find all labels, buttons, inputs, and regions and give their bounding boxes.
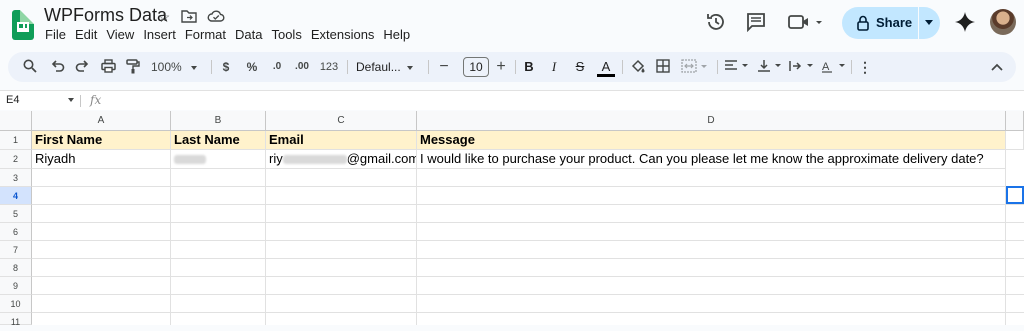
row-header-3[interactable]: 3 (0, 169, 32, 187)
sheets-logo-icon[interactable] (12, 10, 34, 40)
vertical-align-icon[interactable] (757, 59, 785, 75)
decrease-font-size-button[interactable]: − (437, 59, 451, 75)
text-rotation-icon[interactable]: A (821, 59, 849, 75)
move-folder-icon[interactable] (181, 9, 197, 25)
more-options-icon[interactable]: ⋮ (858, 59, 872, 75)
paint-format-icon[interactable] (125, 59, 141, 75)
menu-format[interactable]: Format (185, 27, 226, 42)
font-family-value: Defaul... (356, 60, 401, 74)
font-family-select[interactable]: Defaul... (356, 59, 418, 75)
spreadsheet-grid: A B C D 1 2 3 4 5 6 7 8 9 10 11 First Na… (0, 111, 1024, 327)
row-header-2[interactable]: 2 (0, 150, 32, 169)
row-header-8[interactable]: 8 (0, 259, 32, 277)
chevron-down-icon (190, 65, 197, 70)
menu-insert[interactable]: Insert (143, 27, 176, 42)
redo-icon[interactable] (74, 59, 90, 75)
more-formats-button[interactable]: 123 (318, 59, 340, 75)
formula-divider (80, 95, 81, 107)
row-header-9[interactable]: 9 (0, 277, 32, 295)
decrease-decimal-button[interactable]: .0 (269, 59, 285, 75)
text-color-label: A (601, 59, 611, 74)
version-history-icon[interactable] (705, 11, 727, 38)
horizontal-align-icon[interactable] (724, 59, 752, 75)
comments-icon[interactable] (746, 12, 766, 37)
menu-extensions[interactable]: Extensions (311, 27, 375, 42)
toolbar-divider (211, 60, 212, 74)
selected-cell-e4[interactable] (1006, 186, 1024, 204)
menu-file[interactable]: File (45, 27, 66, 42)
toolbar-divider (428, 60, 429, 74)
menu-tools[interactable]: Tools (271, 27, 301, 42)
row-header-10[interactable]: 10 (0, 295, 32, 313)
text-color-button[interactable]: A (597, 59, 615, 77)
share-dropdown-icon[interactable] (925, 20, 933, 25)
row-header-11[interactable]: 11 (0, 313, 32, 327)
menu-data[interactable]: Data (235, 27, 262, 42)
select-all-corner[interactable] (0, 111, 32, 131)
toolbar: 100% $ % .0 .00 123 Defaul... − 10 + B I… (8, 52, 1016, 82)
format-percent-button[interactable]: % (245, 59, 259, 75)
format-currency-button[interactable]: $ (220, 59, 232, 75)
strikethrough-button[interactable]: S (573, 59, 587, 75)
share-label: Share (876, 15, 913, 30)
menu-edit[interactable]: Edit (75, 27, 97, 42)
collapse-toolbar-icon[interactable] (990, 59, 1004, 75)
star-icon[interactable]: ☆ (156, 9, 172, 25)
undo-icon[interactable] (50, 59, 66, 75)
merge-cells-icon[interactable] (680, 59, 710, 75)
increase-decimal-label: .00 (295, 61, 309, 72)
print-icon[interactable] (100, 59, 116, 75)
text-color-swatch (597, 74, 615, 77)
zoom-value: 100% (151, 60, 182, 74)
row-header-1[interactable]: 1 (0, 131, 32, 150)
gemini-sparkle-icon[interactable] (954, 11, 976, 38)
borders-icon[interactable] (655, 59, 671, 75)
text-wrapping-icon[interactable] (789, 59, 817, 75)
chevron-down-icon (406, 65, 413, 70)
row-header-4[interactable]: 4 (0, 187, 32, 205)
zoom-select[interactable]: 100% (151, 59, 199, 75)
title-bar: WPForms Data ☆ File Edit View Insert For… (0, 0, 1024, 48)
toolbar-divider (515, 60, 516, 74)
lock-icon (857, 15, 869, 31)
bold-button[interactable]: B (522, 59, 536, 75)
search-menus-icon[interactable] (22, 59, 38, 75)
toolbar-divider (622, 60, 623, 74)
italic-button[interactable]: I (547, 59, 561, 75)
row-header-6[interactable]: 6 (0, 223, 32, 241)
meet-video-icon[interactable] (788, 13, 822, 36)
svg-text:A: A (822, 61, 830, 73)
increase-font-size-button[interactable]: + (494, 59, 508, 75)
toolbar-divider (347, 60, 348, 74)
row-header-7[interactable]: 7 (0, 241, 32, 259)
user-avatar[interactable] (990, 9, 1016, 35)
name-box[interactable]: E4 (6, 94, 19, 106)
chevron-down-icon[interactable] (68, 98, 74, 102)
toolbar-divider (717, 60, 718, 74)
row-gridlines (32, 186, 1024, 313)
share-button[interactable]: Share (842, 7, 940, 39)
menu-view[interactable]: View (106, 27, 134, 42)
fx-icon: fx (90, 93, 102, 107)
menu-bar: File Edit View Insert Format Data Tools … (45, 27, 419, 42)
document-title[interactable]: WPForms Data (44, 5, 167, 26)
row-header-5[interactable]: 5 (0, 205, 32, 223)
font-size-input[interactable]: 10 (463, 57, 489, 77)
decrease-decimal-label: .0 (272, 61, 282, 72)
formula-bar: E4 fx (0, 90, 1024, 110)
share-divider (918, 7, 919, 39)
fill-color-icon[interactable] (630, 59, 646, 75)
increase-decimal-button[interactable]: .00 (291, 59, 313, 75)
cloud-saved-icon[interactable] (207, 9, 225, 25)
menu-help[interactable]: Help (383, 27, 410, 42)
toolbar-divider (851, 60, 852, 74)
